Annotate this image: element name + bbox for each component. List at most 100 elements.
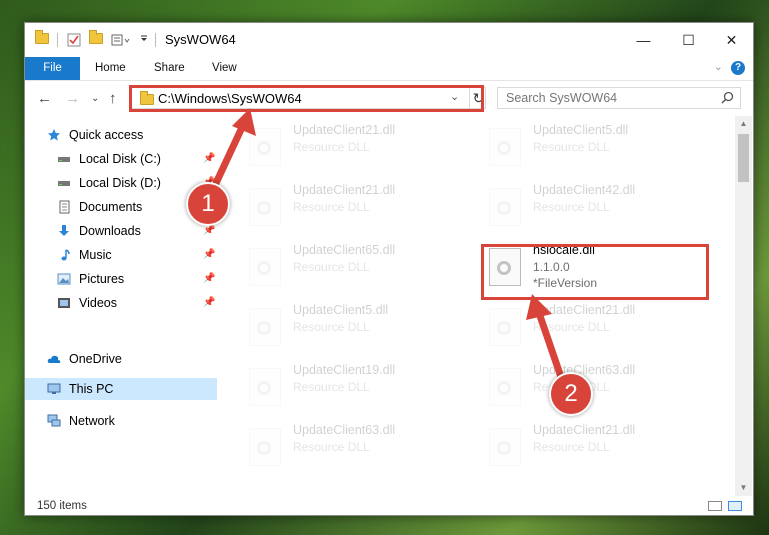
file-tile[interactable]: UpdateClient5.dll Resource DLL (237, 302, 467, 354)
file-name: UpdateClient21.dll (293, 123, 396, 137)
file-name: UpdateClient21.dll (293, 183, 396, 197)
ribbon: File Home Share View ⌄ ? (25, 57, 753, 80)
tab-home[interactable]: Home (95, 57, 126, 80)
file-list: UpdateClient21.dll Resource DLL UpdateCl… (221, 116, 735, 496)
file-tile[interactable]: UpdateClient63.dll Resource DLL (237, 422, 467, 474)
sidebar-item-this-pc[interactable]: This PC (25, 378, 217, 400)
explorer-window: SysWOW64 — ☐ ✕ File Home Share View ⌄ ? … (24, 22, 754, 516)
sidebar-item-label: Local Disk (D:) (79, 176, 161, 190)
window-title: SysWOW64 (165, 32, 236, 47)
pictures-icon (57, 272, 71, 286)
download-icon (57, 224, 71, 238)
dll-file-icon (249, 308, 281, 346)
file-tile[interactable]: UpdateClient21.dll Resource DLL (477, 302, 707, 354)
music-icon (57, 248, 71, 262)
sidebar-item-downloads[interactable]: Downloads (57, 220, 217, 242)
dll-file-icon (249, 428, 281, 466)
navigation-bar: ← → ⌄ ↑ C:\Windows\SysWOW64 ⌄ ↻ Search S… (25, 80, 753, 117)
pin-icon[interactable]: 📌 (203, 297, 215, 308)
annotation-badge-2: 2 (549, 372, 593, 416)
pin-icon[interactable]: 📌 (203, 273, 215, 284)
file-description: Resource DLL (533, 140, 610, 154)
network-icon (47, 414, 61, 428)
search-placeholder: Search SysWOW64 (506, 91, 618, 105)
file-description: Resource DLL (533, 200, 610, 214)
title-bar: SysWOW64 — ☐ ✕ (25, 23, 753, 57)
file-name: UpdateClient65.dll (293, 243, 396, 257)
file-tile[interactable]: UpdateClient19.dll Resource DLL (237, 362, 467, 414)
item-count: 150 items (37, 500, 87, 512)
sidebar-item-label: Music (79, 248, 112, 262)
file-name: UpdateClient21.dll (533, 423, 636, 437)
pin-icon[interactable]: 📌 (203, 225, 215, 236)
up-button[interactable]: ↑ (109, 90, 117, 107)
file-tile[interactable]: UpdateClient42.dll Resource DLL (477, 182, 707, 234)
search-input[interactable]: Search SysWOW64 (497, 87, 741, 109)
sidebar-item-videos[interactable]: Videos (57, 292, 217, 314)
quick-access-folder-icon[interactable] (35, 30, 49, 44)
back-button[interactable]: ← (37, 90, 52, 107)
properties-icon[interactable] (67, 33, 81, 47)
documents-icon (57, 200, 71, 214)
expand-ribbon-icon[interactable]: ⌄ (714, 60, 723, 73)
tab-share[interactable]: Share (154, 57, 185, 80)
scroll-down-icon[interactable]: ▼ (735, 480, 752, 496)
drive-icon (57, 176, 71, 190)
maximize-button[interactable]: ☐ (666, 23, 711, 57)
customize-toolbar-icon[interactable] (111, 33, 131, 47)
star-icon (47, 128, 61, 142)
file-tile[interactable]: UpdateClient21.dll Resource DLL (237, 122, 467, 174)
sidebar-item-label: Pictures (79, 272, 125, 286)
tab-file[interactable]: File (25, 57, 80, 80)
sidebar-item-label: Quick access (69, 128, 144, 142)
file-description: Resource DLL (293, 260, 370, 274)
dll-file-icon (489, 428, 521, 466)
scroll-up-icon[interactable]: ▲ (735, 116, 752, 132)
file-description: Resource DLL (293, 320, 370, 334)
large-icons-view-icon[interactable] (728, 501, 742, 511)
dll-file-icon (489, 308, 521, 346)
file-tile[interactable]: UpdateClient21.dll Resource DLL (237, 182, 467, 234)
file-description: Resource DLL (293, 140, 370, 154)
sidebar-item-label: Documents (79, 200, 143, 214)
close-button[interactable]: ✕ (709, 23, 753, 57)
drive-icon (57, 152, 71, 166)
annotation-badge-1: 1 (186, 182, 230, 226)
details-view-icon[interactable] (708, 501, 722, 511)
tab-view[interactable]: View (212, 57, 237, 80)
vertical-scrollbar[interactable]: ▲ ▼ (735, 116, 752, 496)
sidebar-item-label: OneDrive (69, 352, 122, 366)
file-name: UpdateClient19.dll (293, 363, 396, 377)
file-tile[interactable]: UpdateClient21.dll Resource DLL (477, 422, 707, 474)
sidebar-item-network[interactable]: Network (47, 410, 217, 432)
file-name: UpdateClient5.dll (533, 123, 629, 137)
file-tile[interactable]: UpdateClient5.dll Resource DLL (477, 122, 707, 174)
file-description: Resource DLL (293, 200, 370, 214)
file-name: UpdateClient63.dll (293, 423, 396, 437)
file-tile[interactable]: UpdateClient65.dll Resource DLL (237, 242, 467, 294)
videos-icon (57, 296, 71, 310)
address-highlight-box (129, 85, 484, 112)
sidebar-item-label: Downloads (79, 224, 141, 238)
search-icon[interactable] (721, 91, 734, 107)
sidebar-item-music[interactable]: Music (57, 244, 217, 266)
chevron-down-icon[interactable] (139, 33, 149, 43)
sidebar-item-label: This PC (69, 382, 114, 396)
file-highlight-box (481, 244, 709, 300)
minimize-button[interactable]: — (621, 23, 666, 57)
scroll-thumb[interactable] (738, 134, 749, 182)
sidebar-item-pictures[interactable]: Pictures (57, 268, 217, 290)
dll-file-icon (489, 368, 521, 406)
file-description: Resource DLL (533, 440, 610, 454)
new-folder-icon[interactable] (89, 30, 103, 44)
dll-file-icon (489, 128, 521, 166)
sidebar-item-label: Videos (79, 296, 117, 310)
file-name: UpdateClient42.dll (533, 183, 636, 197)
help-icon[interactable]: ? (731, 61, 745, 75)
file-description: Resource DLL (293, 440, 370, 454)
dll-file-icon (249, 248, 281, 286)
recent-locations-button[interactable]: ⌄ (91, 93, 99, 104)
sidebar-item-onedrive[interactable]: OneDrive (47, 348, 217, 370)
forward-button[interactable]: → (65, 90, 80, 107)
pin-icon[interactable]: 📌 (203, 249, 215, 260)
